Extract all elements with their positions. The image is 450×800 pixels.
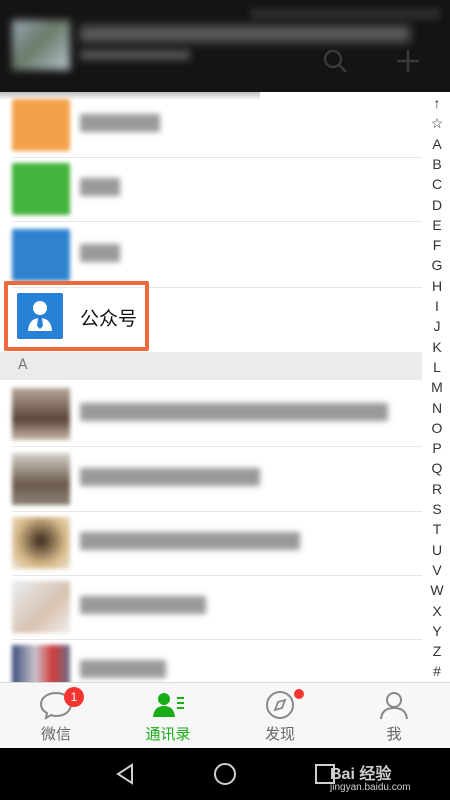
- watermark-brand: Bai 经验: [330, 766, 392, 783]
- tab-label: 通讯录: [145, 725, 191, 743]
- index-letter[interactable]: S: [424, 500, 450, 518]
- top-header: [0, 0, 450, 92]
- contact-avatar: [12, 453, 70, 505]
- list-item-label: [80, 596, 206, 614]
- index-letter[interactable]: V: [424, 561, 450, 579]
- list-item-label: [80, 468, 260, 486]
- contact-avatar: [12, 645, 70, 682]
- list-item-group-chats[interactable]: [0, 156, 422, 222]
- list-item-label: [80, 660, 166, 678]
- contacts-list[interactable]: 公众号 A: [0, 92, 422, 682]
- contact-avatar: [12, 388, 70, 440]
- contacts-icon: [150, 689, 186, 721]
- index-letter[interactable]: Y: [424, 622, 450, 640]
- index-letter[interactable]: Z: [424, 642, 450, 660]
- list-item-label: [80, 114, 160, 132]
- index-letter[interactable]: C: [424, 175, 450, 193]
- header-subtitle: [80, 50, 190, 60]
- alphabet-index[interactable]: ↑ ☆ A B C D E F G H I J K L M N O P Q R S T U V W X Y Z #: [424, 92, 450, 682]
- blue-avatar: [12, 229, 70, 281]
- index-letter[interactable]: X: [424, 602, 450, 620]
- index-letter[interactable]: O: [424, 419, 450, 437]
- list-item[interactable]: [0, 510, 422, 576]
- highlight-box: [4, 281, 149, 351]
- watermark: Bai 经验 jingyan.baidu.com: [330, 760, 411, 793]
- index-letter[interactable]: T: [424, 520, 450, 538]
- contact-avatar: [12, 581, 70, 633]
- header-title: [80, 26, 410, 42]
- tab-me[interactable]: 我: [338, 683, 450, 749]
- list-item-label: [80, 178, 120, 196]
- list-item-label: [80, 403, 388, 421]
- index-letter[interactable]: K: [424, 338, 450, 356]
- notification-dot: [294, 689, 304, 699]
- watermark-site: jingyan.baidu.com: [330, 782, 411, 793]
- index-letter[interactable]: ☆: [424, 114, 450, 132]
- index-letter[interactable]: ↑: [424, 94, 450, 112]
- list-item-tags[interactable]: [0, 222, 422, 288]
- system-nav-bar: Bai 经验 jingyan.baidu.com: [0, 748, 450, 800]
- compass-icon: [262, 689, 298, 721]
- list-item-label: [80, 532, 300, 550]
- orange-avatar: [12, 99, 70, 151]
- person-icon: [376, 689, 412, 721]
- index-letter[interactable]: F: [424, 236, 450, 254]
- index-letter[interactable]: U: [424, 541, 450, 559]
- index-letter[interactable]: Q: [424, 459, 450, 477]
- back-icon[interactable]: [113, 762, 137, 790]
- index-letter[interactable]: D: [424, 196, 450, 214]
- tab-contacts[interactable]: 通讯录: [112, 683, 224, 749]
- list-item-new-friends[interactable]: [0, 92, 422, 158]
- index-letter[interactable]: L: [424, 358, 450, 376]
- tab-label: 我: [386, 725, 402, 743]
- home-icon[interactable]: [213, 762, 237, 790]
- section-header: A: [0, 352, 422, 380]
- index-letter[interactable]: #: [424, 662, 450, 680]
- index-letter[interactable]: P: [424, 439, 450, 457]
- section-letter: A: [18, 357, 28, 373]
- list-item[interactable]: [0, 381, 422, 447]
- index-letter[interactable]: N: [424, 399, 450, 417]
- tab-label: 微信: [40, 725, 71, 743]
- unread-badge: 1: [64, 687, 84, 707]
- tab-label: 发现: [264, 725, 295, 743]
- contact-avatar: [12, 517, 70, 569]
- list-item[interactable]: [0, 574, 422, 640]
- tab-chats[interactable]: 1 微信: [0, 683, 112, 749]
- list-item[interactable]: [0, 446, 422, 512]
- index-letter[interactable]: H: [424, 277, 450, 295]
- index-letter[interactable]: M: [424, 378, 450, 396]
- bottom-tab-bar: 1 微信 通讯录 发现 我: [0, 682, 450, 749]
- index-letter[interactable]: E: [424, 216, 450, 234]
- list-item-label: [80, 244, 120, 262]
- index-letter[interactable]: W: [424, 581, 450, 599]
- tab-discover[interactable]: 发现: [224, 683, 336, 749]
- plus-icon[interactable]: [395, 48, 421, 79]
- index-letter[interactable]: R: [424, 480, 450, 498]
- green-avatar: [12, 163, 70, 215]
- status-bar: [250, 8, 440, 20]
- search-icon[interactable]: [322, 48, 348, 79]
- index-letter[interactable]: I: [424, 297, 450, 315]
- profile-avatar[interactable]: [12, 20, 70, 70]
- index-letter[interactable]: G: [424, 256, 450, 274]
- index-letter[interactable]: B: [424, 155, 450, 173]
- index-letter[interactable]: A: [424, 135, 450, 153]
- list-item[interactable]: [0, 638, 422, 682]
- index-letter[interactable]: J: [424, 317, 450, 335]
